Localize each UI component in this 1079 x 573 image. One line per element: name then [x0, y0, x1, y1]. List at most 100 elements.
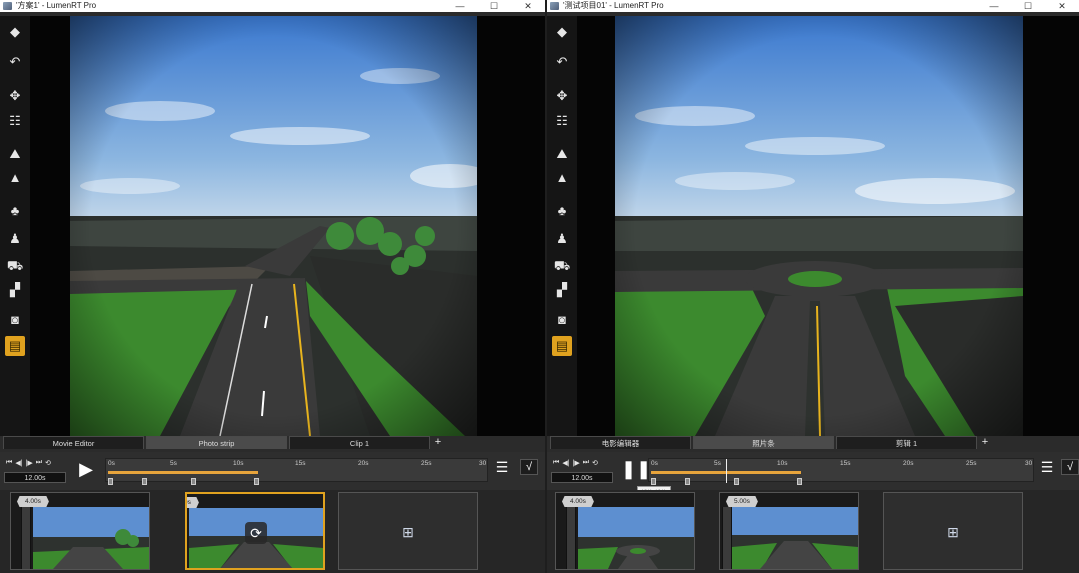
keyframe-handle[interactable]: [254, 478, 259, 485]
add-tab-button[interactable]: +: [432, 436, 444, 450]
clapperboard-icon[interactable]: ▤: [552, 336, 572, 356]
3d-viewport[interactable]: [615, 16, 1023, 436]
clip-preview: [578, 507, 694, 569]
curve-icon[interactable]: √: [1061, 459, 1079, 475]
tab-photo-strip[interactable]: 照片条: [693, 436, 834, 449]
person-icon[interactable]: ♟: [5, 229, 25, 249]
keyframe-handle[interactable]: [108, 478, 113, 485]
step-forward-icon[interactable]: |▶: [26, 459, 33, 467]
sliders-icon[interactable]: ☷: [552, 111, 572, 131]
play-icon[interactable]: ▶: [76, 458, 96, 480]
film-edge: [722, 507, 732, 569]
movie-tabs: 电影编辑器 照片条 剪辑 1 +: [547, 436, 1079, 450]
tick-label: 0s: [108, 460, 115, 467]
3d-viewport[interactable]: [70, 16, 477, 436]
undo-icon[interactable]: ↶: [5, 52, 25, 72]
mountain-icon[interactable]: ▲: [5, 168, 25, 188]
keyframe-handle[interactable]: [685, 478, 690, 485]
add-clip-icon[interactable]: ⊞: [399, 523, 417, 541]
keyframe-handle[interactable]: [142, 478, 147, 485]
clip-thumbnail[interactable]: 5.00s: [719, 492, 859, 570]
add-clip-icon[interactable]: ⊞: [944, 523, 962, 541]
camera-icon[interactable]: ◙: [552, 310, 572, 330]
person-icon[interactable]: ♟: [552, 229, 572, 249]
skip-start-icon[interactable]: ⏮: [6, 459, 12, 467]
minimize-button[interactable]: —: [977, 0, 1011, 12]
transport-buttons: ⏮ ◀| |▶ ⏭ ⟲: [553, 459, 598, 467]
objects-icon[interactable]: ▞: [5, 280, 25, 300]
undo-icon[interactable]: ↶: [552, 52, 572, 72]
scene-road-curve: [70, 16, 477, 436]
add-clip-slot[interactable]: ⊞: [338, 492, 478, 570]
side-panel: [1023, 16, 1079, 436]
clip-thumbnail-selected[interactable]: 5.00s ⟳: [185, 492, 325, 570]
keyframe-handle[interactable]: [651, 478, 656, 485]
timeline-controls: ⏮ ◀| |▶ ⏭ ⟲ 12.00s ❚❚ 播放/暂停 0s 5s 10s 15…: [547, 452, 1079, 499]
title-bar[interactable]: '方案1' - LumenRT Pro — ☐ ✕: [0, 0, 545, 12]
move-icon[interactable]: ✥: [552, 86, 572, 106]
clip-preview: [732, 507, 858, 569]
side-panel-left: [577, 16, 615, 436]
skip-start-icon[interactable]: ⏮: [553, 459, 559, 467]
terrain-icon[interactable]: ⛰: [5, 144, 25, 164]
time-field[interactable]: 12.00s: [551, 472, 613, 483]
clapperboard-icon[interactable]: ▤: [5, 336, 25, 356]
tab-movie-editor[interactable]: 电影编辑器: [550, 436, 691, 449]
clip-thumbnail[interactable]: 4.00s: [10, 492, 150, 570]
tick-label: 0s: [651, 460, 658, 467]
mountain-icon[interactable]: ▲: [552, 168, 572, 188]
tab-clip-1[interactable]: 剪辑 1: [836, 436, 977, 449]
time-field[interactable]: 12.00s: [4, 472, 66, 483]
tab-clip-1[interactable]: Clip 1: [289, 436, 430, 449]
tick-label: 10s: [233, 460, 244, 467]
menu-icon[interactable]: ☰: [494, 460, 510, 474]
clip-thumbnail[interactable]: 4.00s: [555, 492, 695, 570]
side-panel-left: [30, 16, 70, 436]
pause-icon[interactable]: ❚❚: [621, 458, 651, 480]
move-icon[interactable]: ✥: [5, 86, 25, 106]
step-forward-icon[interactable]: |▶: [573, 459, 580, 467]
objects-icon[interactable]: ▞: [552, 280, 572, 300]
step-back-icon[interactable]: ◀|: [562, 459, 569, 467]
clip-duration: 4.00s: [562, 496, 594, 507]
keyframe-handle[interactable]: [797, 478, 802, 485]
terrain-icon[interactable]: ⛰: [552, 144, 572, 164]
menu-icon[interactable]: ☰: [1039, 460, 1055, 474]
loop-icon[interactable]: ⟲: [45, 459, 51, 467]
minimize-button[interactable]: —: [443, 0, 477, 12]
camera-icon[interactable]: ◙: [5, 310, 25, 330]
close-button[interactable]: ✕: [1045, 0, 1079, 12]
skip-end-icon[interactable]: ⏭: [583, 459, 589, 467]
window-left: '方案1' - LumenRT Pro — ☐ ✕ ◆ ↶ ✥ ☷ ⛰ ▲ ♣ …: [0, 0, 545, 573]
skip-end-icon[interactable]: ⏭: [36, 459, 42, 467]
time-ruler[interactable]: 0s 5s 10s 15s 20s 25s 30: [648, 458, 1034, 485]
add-clip-slot[interactable]: ⊞: [883, 492, 1023, 570]
side-panel: [477, 16, 545, 436]
tree-icon[interactable]: ♣: [552, 201, 572, 221]
tree-icon[interactable]: ♣: [5, 201, 25, 221]
playhead[interactable]: [726, 459, 727, 483]
title-bar[interactable]: '测试项目01' - LumenRT Pro — ☐ ✕: [547, 0, 1079, 12]
maximize-button[interactable]: ☐: [1011, 0, 1045, 12]
close-button[interactable]: ✕: [511, 0, 545, 12]
time-ruler[interactable]: 0s 5s 10s 15s 20s 25s 30: [105, 458, 488, 485]
movie-duration-bar: [108, 471, 258, 474]
keyframe-handle[interactable]: [191, 478, 196, 485]
tab-movie-editor[interactable]: Movie Editor: [3, 436, 144, 449]
step-back-icon[interactable]: ◀|: [15, 459, 22, 467]
car-icon[interactable]: ⛟: [552, 256, 572, 276]
car-icon[interactable]: ⛟: [5, 256, 25, 276]
sliders-icon[interactable]: ☷: [5, 111, 25, 131]
tool-palette: ◆ ↶ ✥ ☷ ⛰ ▲ ♣ ♟ ⛟ ▞ ◙ ▤: [0, 16, 30, 436]
tab-photo-strip[interactable]: Photo strip: [146, 436, 287, 449]
cube-icon[interactable]: ◆: [5, 22, 25, 42]
keyframe-handle[interactable]: [734, 478, 739, 485]
lumenrt-app-icon: [3, 2, 12, 10]
refresh-icon[interactable]: ⟳: [245, 522, 267, 544]
curve-icon[interactable]: √: [520, 459, 538, 475]
add-tab-button[interactable]: +: [979, 436, 991, 450]
window-right: '测试项目01' - LumenRT Pro — ☐ ✕ ◆ ↶ ✥ ☷ ⛰ ▲…: [547, 0, 1079, 573]
loop-icon[interactable]: ⟲: [592, 459, 598, 467]
cube-icon[interactable]: ◆: [552, 22, 572, 42]
maximize-button[interactable]: ☐: [477, 0, 511, 12]
